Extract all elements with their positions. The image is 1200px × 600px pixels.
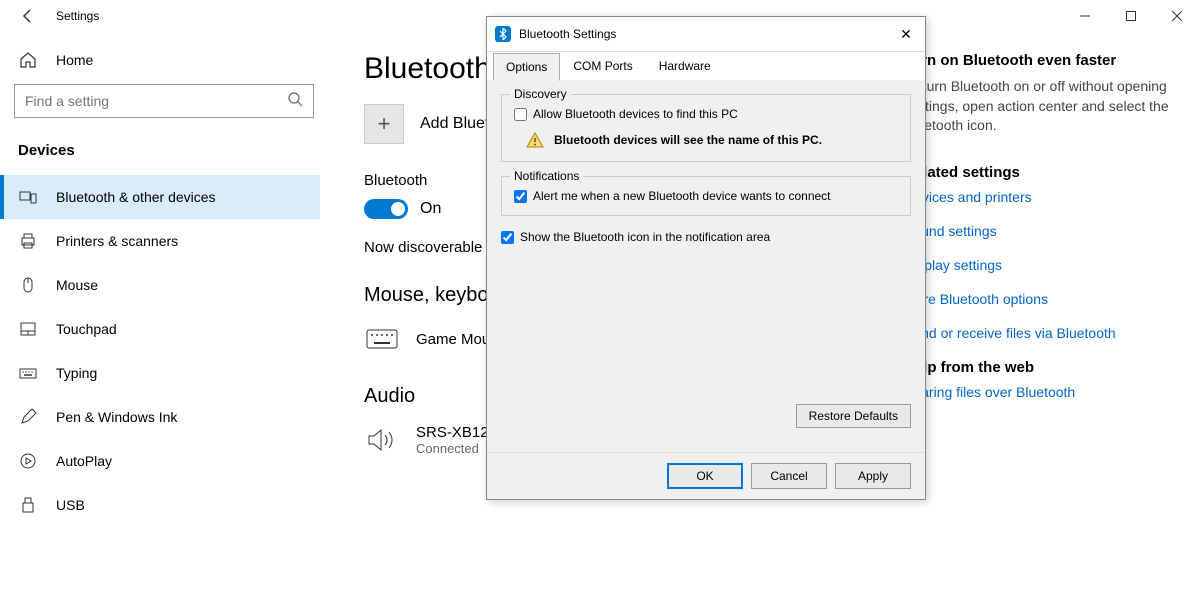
sidebar-item-printers[interactable]: Printers & scanners — [0, 219, 320, 263]
discovery-fieldset: Discovery Allow Bluetooth devices to fin… — [501, 94, 911, 162]
sidebar-item-bluetooth[interactable]: Bluetooth & other devices — [0, 175, 320, 219]
keyboard-icon — [18, 363, 38, 383]
warning-icon — [526, 131, 544, 149]
apply-button[interactable]: Apply — [835, 463, 911, 489]
sidebar-item-pen[interactable]: Pen & Windows Ink — [0, 395, 320, 439]
bluetooth-settings-dialog: Bluetooth Settings ✕ Options COM Ports H… — [486, 16, 926, 500]
right-title-1: Turn on Bluetooth even faster — [904, 52, 1180, 69]
sidebar-item-label: AutoPlay — [56, 453, 112, 469]
right-title-2: Related settings — [904, 164, 1180, 181]
sidebar-home[interactable]: Home — [0, 40, 320, 80]
tab-hardware[interactable]: Hardware — [646, 52, 724, 80]
search-box[interactable] — [14, 84, 314, 118]
sidebar-item-label: USB — [56, 497, 85, 513]
alert-checkbox[interactable] — [514, 190, 527, 203]
keyboard-icon — [364, 321, 400, 357]
discovery-legend: Discovery — [510, 87, 571, 101]
usb-icon — [18, 495, 38, 515]
devices-icon — [18, 187, 38, 207]
sidebar-group-header: Devices — [0, 132, 320, 175]
close-button[interactable] — [1154, 0, 1200, 32]
show-icon-label: Show the Bluetooth icon in the notificat… — [520, 230, 770, 244]
cancel-button[interactable]: Cancel — [751, 463, 827, 489]
bluetooth-toggle[interactable] — [364, 199, 408, 219]
notifications-legend: Notifications — [510, 169, 583, 183]
tab-com-ports[interactable]: COM Ports — [560, 52, 645, 80]
sidebar-item-mouse[interactable]: Mouse — [0, 263, 320, 307]
dialog-title: Bluetooth Settings — [519, 27, 895, 41]
alert-label: Alert me when a new Bluetooth device wan… — [533, 189, 831, 203]
sidebar-item-label: Typing — [56, 365, 97, 381]
allow-find-checkbox[interactable] — [514, 108, 527, 121]
restore-defaults-button[interactable]: Restore Defaults — [796, 404, 911, 428]
sidebar-item-usb[interactable]: USB — [0, 483, 320, 527]
printer-icon — [18, 231, 38, 251]
link-send-receive[interactable]: Send or receive files via Bluetooth — [904, 325, 1180, 341]
plus-icon: + — [364, 104, 404, 144]
sidebar-item-autoplay[interactable]: AutoPlay — [0, 439, 320, 483]
sidebar-item-label: Bluetooth & other devices — [56, 189, 216, 205]
back-button[interactable] — [18, 6, 38, 26]
show-icon-checkbox-row[interactable]: Show the Bluetooth icon in the notificat… — [501, 230, 911, 244]
right-body-1: To turn Bluetooth on or off without open… — [904, 77, 1180, 136]
app-title: Settings — [56, 9, 99, 23]
search-input[interactable] — [25, 93, 287, 109]
bluetooth-icon — [495, 26, 511, 42]
allow-find-checkbox-row[interactable]: Allow Bluetooth devices to find this PC — [514, 107, 898, 121]
notifications-fieldset: Notifications Alert me when a new Blueto… — [501, 176, 911, 216]
pen-icon — [18, 407, 38, 427]
mouse-icon — [18, 275, 38, 295]
device-status: Connected — [416, 441, 489, 456]
maximize-button[interactable] — [1108, 0, 1154, 32]
warning-text: Bluetooth devices will see the name of t… — [554, 133, 822, 147]
allow-find-label: Allow Bluetooth devices to find this PC — [533, 107, 738, 121]
ok-button[interactable]: OK — [667, 463, 743, 489]
link-sharing-files[interactable]: Sharing files over Bluetooth — [904, 384, 1180, 400]
dialog-close-button[interactable]: ✕ — [895, 23, 917, 45]
alert-checkbox-row[interactable]: Alert me when a new Bluetooth device wan… — [514, 189, 898, 203]
sidebar-home-label: Home — [56, 52, 93, 68]
home-icon — [18, 50, 38, 70]
device-name: Game Mou — [416, 331, 490, 348]
bluetooth-state: On — [420, 200, 441, 218]
sidebar-item-label: Mouse — [56, 277, 98, 293]
touchpad-icon — [18, 319, 38, 339]
link-devices-printers[interactable]: Devices and printers — [904, 189, 1180, 205]
speaker-icon — [364, 422, 400, 458]
sidebar: Home Devices Bluetooth & other devices P… — [0, 32, 320, 600]
sidebar-item-label: Pen & Windows Ink — [56, 409, 177, 425]
link-more-bluetooth[interactable]: More Bluetooth options — [904, 291, 1180, 307]
right-title-3: Help from the web — [904, 359, 1180, 376]
link-display-settings[interactable]: Display settings — [904, 257, 1180, 273]
sidebar-item-label: Printers & scanners — [56, 233, 178, 249]
show-icon-checkbox[interactable] — [501, 231, 514, 244]
search-icon — [287, 91, 303, 112]
tab-options[interactable]: Options — [493, 53, 560, 81]
device-name: SRS-XB12 — [416, 424, 489, 441]
minimize-button[interactable] — [1062, 0, 1108, 32]
autoplay-icon — [18, 451, 38, 471]
sidebar-item-touchpad[interactable]: Touchpad — [0, 307, 320, 351]
link-sound-settings[interactable]: Sound settings — [904, 223, 1180, 239]
sidebar-item-label: Touchpad — [56, 321, 117, 337]
sidebar-item-typing[interactable]: Typing — [0, 351, 320, 395]
